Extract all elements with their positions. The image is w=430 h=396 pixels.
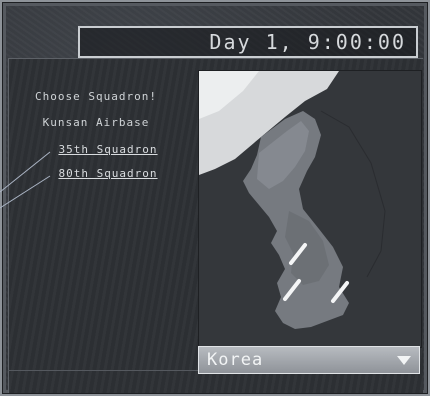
day-time-display: Day 1, 9:00:00 xyxy=(78,26,418,58)
panel-divider xyxy=(8,370,198,371)
korea-map-drawing xyxy=(199,71,421,347)
dropdown-arrow-icon xyxy=(397,356,411,365)
choose-squadron-prompt: Choose Squadron! xyxy=(35,90,157,103)
squadron-link-80th[interactable]: 80th Squadron xyxy=(46,167,170,180)
day-time-text: Day 1, 9:00:00 xyxy=(209,30,406,54)
region-selected-value: Korea xyxy=(207,350,264,370)
korea-map xyxy=(198,70,422,348)
airbase-name: Kunsan Airbase xyxy=(42,116,150,129)
squadron-link-35th[interactable]: 35th Squadron xyxy=(46,143,170,156)
region-dropdown[interactable]: Korea xyxy=(198,346,420,374)
